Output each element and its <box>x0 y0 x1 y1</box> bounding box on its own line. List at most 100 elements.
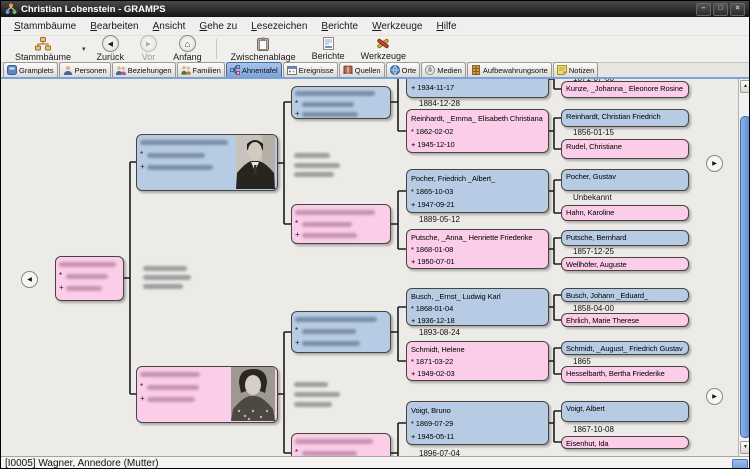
person-box-putsche-anna[interactable]: Putsche, _Anna_ Henriette Friederike * 1… <box>406 229 549 269</box>
scroll-down-button[interactable]: ▼ <box>740 441 749 454</box>
statusbar-grip[interactable] <box>732 459 748 468</box>
tab-medien[interactable]: Medien <box>421 62 466 77</box>
tab-familien[interactable]: Familien <box>176 62 225 77</box>
person-box-schmidt-helene[interactable]: Schmidt, Helene * 1871-03-22 + 1949-02-0… <box>406 341 549 381</box>
person-box-gen4-g1-father[interactable]: + 1934-11-17 <box>406 79 549 98</box>
menu-gehe-zu[interactable]: Gehe zu <box>192 19 244 34</box>
tab-personen[interactable]: Personen <box>58 62 111 77</box>
marriage-date: 1858-04-00 <box>573 304 614 313</box>
sources-icon <box>343 65 353 75</box>
forward-button[interactable]: ▶ Vor <box>132 35 165 62</box>
menu-werkzeuge[interactable]: Werkzeuge <box>365 19 429 34</box>
marriage-date: 1865 <box>573 357 591 366</box>
scrollbar-thumb[interactable] <box>740 116 749 438</box>
menu-hilfe[interactable]: Hilfe <box>429 19 463 34</box>
menu-ansicht[interactable]: Ansicht <box>146 19 193 34</box>
person-box-pocher-gustav[interactable]: Pocher, Gustav <box>561 169 689 191</box>
family-trees-label: Stammbäume <box>15 51 72 62</box>
marriage-date-clipped: 1896-07-04 <box>419 449 460 456</box>
person-box-mother-redacted[interactable]: * + <box>136 366 278 423</box>
reports-button[interactable]: Berichte <box>304 36 353 62</box>
person-box-kunze-johanna[interactable]: Kunze, _Johanna_ Eleonore Rosine <box>561 81 689 98</box>
maximize-button[interactable]: □ <box>713 2 728 16</box>
nav-left-arrow[interactable]: ◀ <box>21 271 38 288</box>
events-icon <box>286 66 297 75</box>
person-box-ehrlich-marie[interactable]: Ehrlich, Marie Therese <box>561 313 689 327</box>
person-box-maternal-grandmother-redacted[interactable]: * <box>291 433 391 456</box>
clipboard-button[interactable]: Zwischenablage <box>223 36 304 62</box>
person-box-paternal-grandfather-redacted[interactable]: * + <box>291 86 391 119</box>
marriage-date: 1867-10-08 <box>573 425 614 434</box>
nav-right-arrow-bottom[interactable]: ▶ <box>706 388 723 405</box>
tab-quellen[interactable]: Quellen <box>338 62 385 77</box>
person-box-hahn-karoline[interactable]: Hahn, Karoline <box>561 205 689 221</box>
person-box-wellhoefer-auguste[interactable]: Wellhöfer, Auguste <box>561 257 689 271</box>
menu-bar: Stammbäume Bearbeiten Ansicht Gehe zu Le… <box>1 17 749 36</box>
reports-icon <box>322 37 334 50</box>
window-title: Christian Lobenstein - GRAMPS <box>21 3 166 15</box>
person-box-voigt-albert[interactable]: Voigt, Albert <box>561 401 689 422</box>
menu-bearbeiten[interactable]: Bearbeiten <box>83 19 145 34</box>
person-box-father-redacted[interactable]: * + <box>136 134 278 191</box>
minimize-button[interactable]: – <box>696 2 711 16</box>
tab-beziehungen[interactable]: Beziehungen <box>111 62 176 77</box>
tab-ereignisse[interactable]: Ereignisse <box>282 62 338 77</box>
gramps-window: Christian Lobenstein - GRAMPS – □ × Stam… <box>0 0 750 469</box>
tab-aufbewahrungsorte[interactable]: Aufbewahrungsorte <box>466 62 552 77</box>
family-trees-dropdown[interactable]: ▾ <box>79 36 89 62</box>
toolbar-separator <box>215 39 217 59</box>
back-button[interactable]: ◀ Zurück <box>89 35 133 62</box>
status-text: [I0005] Wagner, Annedore (Mutter) <box>5 458 159 469</box>
status-bar: [I0005] Wagner, Annedore (Mutter) <box>1 456 749 469</box>
title-bar[interactable]: Christian Lobenstein - GRAMPS – □ × <box>1 1 749 17</box>
person-box-paternal-grandmother-redacted[interactable]: * + <box>291 204 391 244</box>
menu-stammbaeume[interactable]: Stammbäume <box>7 19 83 34</box>
home-label: Anfang <box>173 51 202 62</box>
person-box-root-redacted[interactable]: * + <box>55 256 124 301</box>
person-box-voigt-bruno[interactable]: Voigt, Bruno * 1869-07-29 + 1945-05-11 <box>406 401 549 445</box>
marriage-date: 1893-08-24 <box>419 328 460 337</box>
person-box-putsche-bernhard[interactable]: Putsche, Bernhard <box>561 230 689 246</box>
toolbar: Stammbäume ▾ ◀ Zurück ▶ Vor ⌂ Anfang Zwi… <box>1 35 749 63</box>
forward-label: Vor <box>141 51 156 62</box>
pedigree-icon <box>229 65 240 75</box>
forward-icon: ▶ <box>140 35 158 52</box>
places-icon <box>389 65 400 75</box>
vertical-scrollbar[interactable]: ▲ ▼ <box>738 79 749 456</box>
clipboard-icon <box>257 37 270 51</box>
person-box-busch-johann[interactable]: Busch, Johann _Eduard_ <box>561 288 689 302</box>
nav-right-arrow-top[interactable]: ▶ <box>706 155 723 172</box>
tab-orte[interactable]: Orte <box>385 62 421 77</box>
tools-label: Werkzeuge <box>360 51 407 61</box>
home-button[interactable]: ⌂ Anfang <box>165 35 210 62</box>
tab-gramplets[interactable]: Gramplets <box>3 62 58 77</box>
scroll-up-button[interactable]: ▲ <box>740 80 749 93</box>
menu-berichte[interactable]: Berichte <box>314 19 365 34</box>
marriage-date: 1884-12-28 <box>419 99 460 108</box>
reports-label: Berichte <box>311 51 345 61</box>
home-icon: ⌂ <box>178 35 196 52</box>
family-tree-icon <box>35 36 52 51</box>
person-box-eisenhut-ida[interactable]: Eisenhut, Ida <box>561 436 689 449</box>
tools-button[interactable]: Werkzeuge <box>353 36 414 62</box>
person-box-schmidt-august[interactable]: Schmidt, _August_ Friedrich Gustav <box>561 341 689 355</box>
view-tab-bar: Gramplets Personen Beziehungen Familien … <box>1 62 749 79</box>
tab-notizen[interactable]: Notizen <box>552 62 599 77</box>
tools-icon <box>376 37 390 50</box>
person-box-rudel-christiane[interactable]: Rudel, Christiane <box>561 139 689 159</box>
family-trees-button[interactable]: Stammbäume <box>7 36 79 62</box>
back-icon: ◀ <box>101 35 119 52</box>
person-box-reinhardt-christian[interactable]: Reinhardt, Christian Friedrich <box>561 109 689 127</box>
tab-ahnentafel[interactable]: Ahnentafel <box>225 62 282 77</box>
pedigree-canvas[interactable]: ◀ ▶ ▶ * + * + * + * + * + * + * + 1934-1… <box>1 79 749 456</box>
back-label: Zurück <box>96 51 125 62</box>
person-box-pocher-friedrich[interactable]: Pocher, Friedrich _Albert_ * 1865-10-03 … <box>406 169 549 213</box>
person-box-hesselbarth-bertha[interactable]: Hesselbarth, Bertha Friederike <box>561 366 689 383</box>
menu-lesezeichen[interactable]: Lesezeichen <box>244 19 314 34</box>
person-box-maternal-grandfather-redacted[interactable]: * + <box>291 311 391 353</box>
person-box-busch-ernst[interactable]: Busch, _Ernst_ Ludwig Karl * 1868-01-04 … <box>406 288 549 326</box>
gramplets-icon <box>7 65 17 75</box>
person-box-reinhardt-emma[interactable]: Reinhardt, _Emma_ Elisabeth Christiana *… <box>406 109 549 153</box>
repositories-icon <box>471 65 480 75</box>
close-button[interactable]: × <box>730 2 745 16</box>
